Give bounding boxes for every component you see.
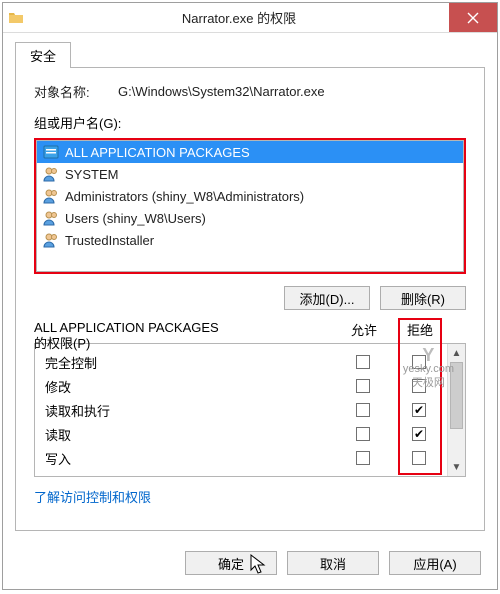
user-list-item[interactable]: Administrators (shiny_W8\Administrators) [37,185,463,207]
add-button[interactable]: 添加(D)... [284,286,370,310]
permission-label: 读取和执行 [45,401,335,420]
permission-row: 修改 [45,374,447,398]
column-header-deny: 拒绝 [392,320,448,339]
permission-row: 读取和执行 [45,398,447,422]
close-button[interactable] [449,3,497,32]
deny-checkbox[interactable] [412,355,426,369]
permission-row: 完全控制 [45,350,447,374]
tab-panel-security: 对象名称: G:\Windows\System32\Narrator.exe 组… [15,67,485,531]
object-name-label: 对象名称: [34,82,118,101]
cancel-button[interactable]: 取消 [287,551,379,575]
title-bar: Narrator.exe 的权限 [3,3,497,33]
object-name-path: G:\Windows\System32\Narrator.exe [118,84,466,99]
scroll-up-arrow[interactable]: ▲ [448,344,465,362]
ok-button[interactable]: 确定 [185,551,277,575]
permission-label: 完全控制 [45,353,335,372]
user-group-icon [43,188,59,204]
user-list-item[interactable]: TrustedInstaller [37,229,463,251]
deny-checkbox[interactable] [412,403,426,417]
apply-button[interactable]: 应用(A) [389,551,481,575]
allow-checkbox[interactable] [356,451,370,465]
group-users-label: 组或用户名(G): [34,113,466,132]
permission-label: 修改 [45,377,335,396]
column-header-allow: 允许 [336,320,392,339]
user-list-highlight: ALL APPLICATION PACKAGES SYSTEM Administra… [34,138,466,274]
permission-label: 读取 [45,425,335,444]
permission-row: 读取 [45,422,447,446]
object-name-row: 对象名称: G:\Windows\System32\Narrator.exe [34,82,466,101]
folder-icon [3,3,29,32]
scroll-down-arrow[interactable]: ▼ [448,458,465,476]
permissions-column-headers: 允许 拒绝 [34,320,466,339]
user-list-item-label: Administrators (shiny_W8\Administrators) [65,189,304,204]
allow-checkbox[interactable] [356,403,370,417]
user-list[interactable]: ALL APPLICATION PACKAGES SYSTEM Administra… [36,140,464,272]
permission-row: 写入 [45,446,447,470]
user-list-item-label: Users (shiny_W8\Users) [65,211,206,226]
user-group-icon [43,232,59,248]
permissions-dialog: Narrator.exe 的权限 安全 对象名称: G:\Windows\Sys… [2,2,498,590]
permissions-scrollbar[interactable]: ▲ ▼ [447,344,465,476]
allow-checkbox[interactable] [356,427,370,441]
learn-more-link[interactable]: 了解访问控制和权限 [34,487,466,506]
remove-button[interactable]: 删除(R) [380,286,466,310]
deny-checkbox[interactable] [412,451,426,465]
user-list-item[interactable]: ALL APPLICATION PACKAGES [37,141,463,163]
deny-checkbox[interactable] [412,427,426,441]
user-list-buttons: 添加(D)... 删除(R) [34,286,466,310]
tab-security[interactable]: 安全 [15,42,71,68]
allow-checkbox[interactable] [356,355,370,369]
user-list-item-label: ALL APPLICATION PACKAGES [65,145,250,160]
allow-checkbox[interactable] [356,379,370,393]
user-list-item-label: SYSTEM [65,167,118,182]
dialog-body: 安全 对象名称: G:\Windows\System32\Narrator.ex… [3,33,497,541]
package-icon [43,144,59,160]
dialog-footer: 确定 取消 应用(A) [3,541,497,589]
user-list-item[interactable]: Users (shiny_W8\Users) [37,207,463,229]
permissions-area: ALL APPLICATION PACKAGES 的权限(P) 允许 拒绝 完全… [34,320,466,477]
user-group-icon [43,210,59,226]
tabset: 安全 [15,41,485,67]
scroll-track[interactable] [448,362,465,458]
deny-checkbox[interactable] [412,379,426,393]
user-group-icon [43,166,59,182]
user-list-item-label: TrustedInstaller [65,233,154,248]
window-title: Narrator.exe 的权限 [29,3,449,32]
permissions-table: 完全控制修改读取和执行读取写入 ▲ ▼ [34,343,466,477]
scroll-thumb[interactable] [450,362,463,429]
user-list-item[interactable]: SYSTEM [37,163,463,185]
permission-label: 写入 [45,449,335,468]
